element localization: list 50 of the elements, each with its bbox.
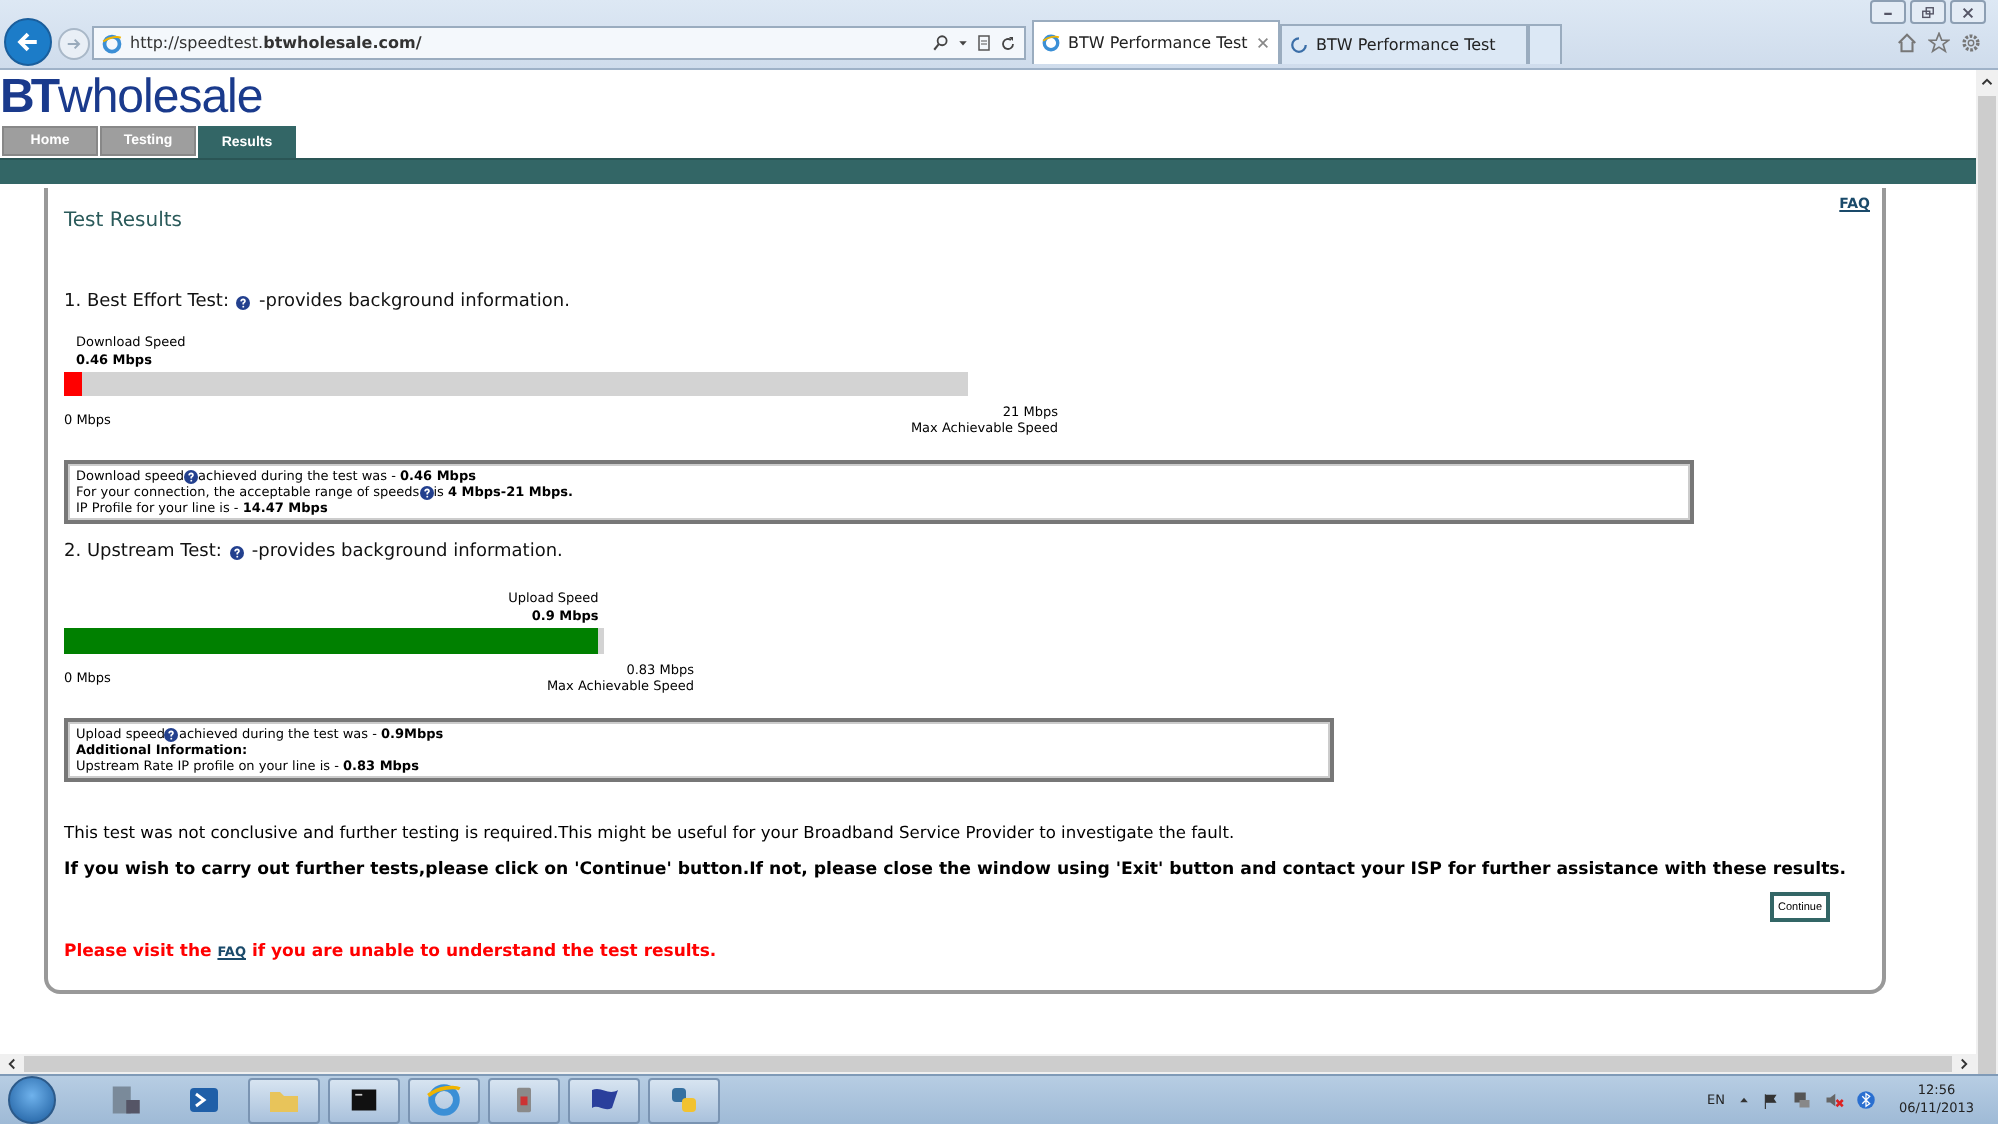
volume-muted-icon[interactable]	[1823, 1090, 1844, 1110]
result-note: This test was not conclusive and further testing is required.This might be useful for your Broadband Service Provider to investigate the fault.	[64, 822, 1237, 842]
instruction-text: If you wish to carry out further tests,please click on 'Continue' button.If not, please close the window using 'Exit' button and contact your ISP for further assistance with these results.	[64, 860, 1849, 880]
close-icon[interactable]	[1960, 5, 1976, 19]
address-bar[interactable]: http://speedtest.btwholesale.com/	[92, 26, 1026, 60]
warning-text: if you are unable to understand the test results.	[249, 942, 717, 962]
logo: BTwholesale	[0, 74, 265, 122]
bluetooth-icon[interactable]	[1855, 1090, 1876, 1110]
help-icon[interactable]	[164, 727, 179, 741]
help-icon[interactable]	[419, 485, 434, 499]
flag-icon[interactable]	[1761, 1091, 1780, 1109]
up-caret-icon[interactable]	[1737, 1094, 1750, 1106]
browser-logo-icon	[1042, 34, 1060, 52]
taskbar-app[interactable]	[568, 1077, 640, 1123]
warning-text: Please visit the	[64, 942, 214, 962]
refresh-icon[interactable]	[1000, 35, 1016, 51]
help-icon[interactable]	[229, 545, 244, 559]
close-icon[interactable]	[1256, 36, 1270, 50]
back-arrow-icon[interactable]	[14, 28, 42, 56]
page-title: Test Results	[64, 210, 184, 232]
vertical-scrollbar[interactable]	[1976, 70, 1998, 1074]
restore-icon[interactable]	[1920, 5, 1936, 19]
star-icon[interactable]	[1928, 32, 1950, 54]
loading-spinner-icon	[1290, 36, 1308, 54]
start-button[interactable]	[8, 1076, 56, 1124]
horizontal-scrollbar[interactable]	[0, 1054, 1976, 1074]
help-icon[interactable]	[184, 469, 199, 483]
taskbar-app[interactable]	[328, 1077, 400, 1123]
settings-icon[interactable]	[1960, 32, 1982, 54]
browser-logo-icon[interactable]	[426, 1082, 462, 1118]
dropdown-caret-icon[interactable]	[958, 38, 968, 48]
python-icon[interactable]	[668, 1084, 700, 1116]
test-heading: 1. Best Effort Test:	[64, 292, 229, 312]
terminal-prompt-icon[interactable]	[188, 1084, 220, 1116]
close-button[interactable]	[1950, 0, 1986, 24]
help-caption: -provides background information.	[258, 292, 570, 312]
browser-tab[interactable]: BTW Performance Test	[1032, 20, 1280, 64]
home-icon[interactable]	[1896, 32, 1918, 54]
help-caption: -provides background information.	[251, 542, 563, 562]
browser-tab[interactable]: BTW Performance Test	[1280, 24, 1528, 64]
restore-button[interactable]	[1910, 0, 1946, 24]
search-icon[interactable]	[932, 34, 950, 52]
url-text: http://speedtest.btwholesale.com/	[130, 34, 424, 52]
help-icon[interactable]	[236, 295, 251, 309]
test-heading: 2. Upstream Test:	[64, 542, 222, 562]
back-button[interactable]	[4, 18, 52, 66]
terminal-icon[interactable]	[346, 1086, 382, 1114]
page-icon[interactable]	[976, 34, 992, 52]
network-icon[interactable]	[1791, 1090, 1812, 1110]
browser-logo-icon	[102, 33, 122, 53]
